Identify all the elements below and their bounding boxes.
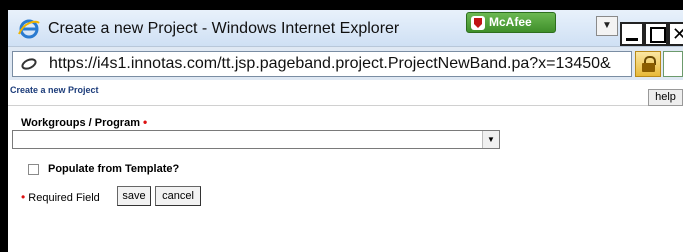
page-title: Create a new Project bbox=[10, 85, 99, 95]
required-marker: • bbox=[21, 190, 26, 204]
ie-logo-icon bbox=[18, 19, 40, 39]
url-field[interactable]: https://i4s1.innotas.com/tt.jsp.pageband… bbox=[12, 51, 632, 77]
rss-page-icon[interactable] bbox=[663, 51, 683, 77]
dropdown-arrow-icon[interactable]: ▼ bbox=[482, 131, 499, 148]
mcafee-label: McAfee bbox=[489, 15, 532, 29]
template-checkbox-label: Populate from Template? bbox=[48, 163, 180, 175]
workgroups-select[interactable]: ▼ bbox=[12, 130, 500, 149]
window-title: Create a new Project - Windows Internet … bbox=[48, 20, 400, 37]
lock-icon[interactable] bbox=[635, 51, 661, 77]
mcafee-button[interactable]: McAfee bbox=[466, 12, 556, 33]
browser-window: Create a new Project - Windows Internet … bbox=[0, 0, 683, 252]
title-bar: Create a new Project - Windows Internet … bbox=[8, 10, 683, 46]
maximize-button[interactable] bbox=[644, 22, 668, 46]
minimize-button[interactable] bbox=[620, 22, 644, 46]
toolbar-dropdown-button[interactable]: ▼ bbox=[596, 16, 618, 36]
cancel-button[interactable]: cancel bbox=[155, 186, 201, 206]
save-button[interactable]: save bbox=[117, 186, 151, 206]
workgroups-label: Workgroups / Program • bbox=[21, 115, 147, 129]
page-icon bbox=[21, 58, 37, 70]
help-button[interactable]: help bbox=[648, 89, 683, 106]
template-checkbox[interactable] bbox=[28, 164, 39, 175]
close-button[interactable]: ✕ bbox=[668, 22, 683, 46]
address-bar: https://i4s1.innotas.com/tt.jsp.pageband… bbox=[8, 46, 683, 80]
page-header: Create a new Project help bbox=[8, 80, 683, 106]
page-content: Create a new Project help Workgroups / P… bbox=[8, 80, 683, 252]
required-field-text: Required Field bbox=[28, 192, 100, 204]
required-marker: • bbox=[143, 115, 148, 129]
workgroups-label-text: Workgroups / Program bbox=[21, 117, 140, 129]
required-field-note: • Required Field bbox=[21, 190, 100, 204]
mcafee-shield-icon bbox=[471, 16, 485, 30]
url-text: https://i4s1.innotas.com/tt.jsp.pageband… bbox=[49, 55, 611, 72]
